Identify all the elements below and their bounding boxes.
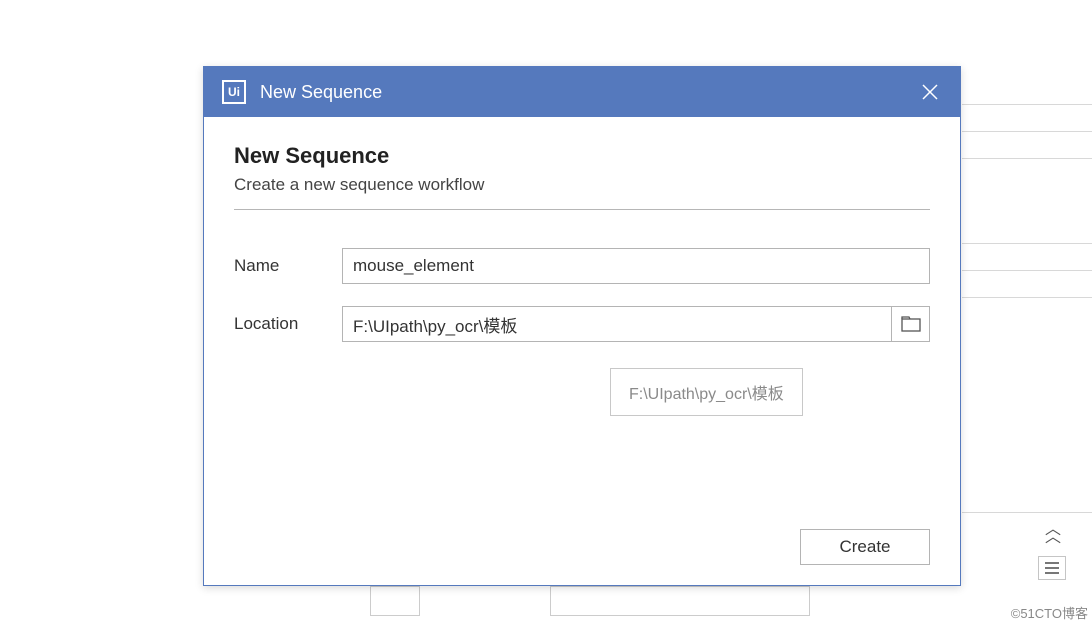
location-tooltip: F:\UIpath\py_ocr\模板	[610, 368, 803, 416]
menu-button[interactable]	[1038, 556, 1066, 580]
watermark-text: ©51CTO博客	[1011, 603, 1088, 622]
close-button[interactable]	[910, 72, 950, 112]
collapse-up-icon[interactable]: ︿︿	[1045, 526, 1059, 542]
dialog-body: New Sequence Create a new sequence workf…	[204, 117, 960, 585]
name-input[interactable]	[342, 248, 930, 284]
folder-icon	[901, 316, 921, 332]
background-fragment	[550, 586, 810, 616]
new-sequence-dialog: Ui New Sequence New Sequence Create a ne…	[203, 66, 961, 586]
uipath-logo-icon: Ui	[222, 80, 246, 104]
divider	[234, 209, 930, 210]
background-panel-lines	[962, 0, 1092, 624]
browse-button[interactable]	[892, 306, 930, 342]
location-row: Location	[234, 306, 930, 342]
side-controls: ︿︿	[1038, 526, 1066, 580]
dialog-title: New Sequence	[260, 82, 910, 103]
dialog-footer: Create	[234, 521, 930, 565]
close-icon	[921, 83, 939, 101]
create-button[interactable]: Create	[800, 529, 930, 565]
dialog-heading: New Sequence	[234, 143, 930, 169]
name-row: Name	[234, 248, 930, 284]
background-fragment	[370, 586, 420, 616]
location-label: Location	[234, 314, 342, 334]
dialog-titlebar: Ui New Sequence	[204, 67, 960, 117]
location-input[interactable]	[342, 306, 892, 342]
name-label: Name	[234, 256, 342, 276]
dialog-subheading: Create a new sequence workflow	[234, 175, 930, 195]
